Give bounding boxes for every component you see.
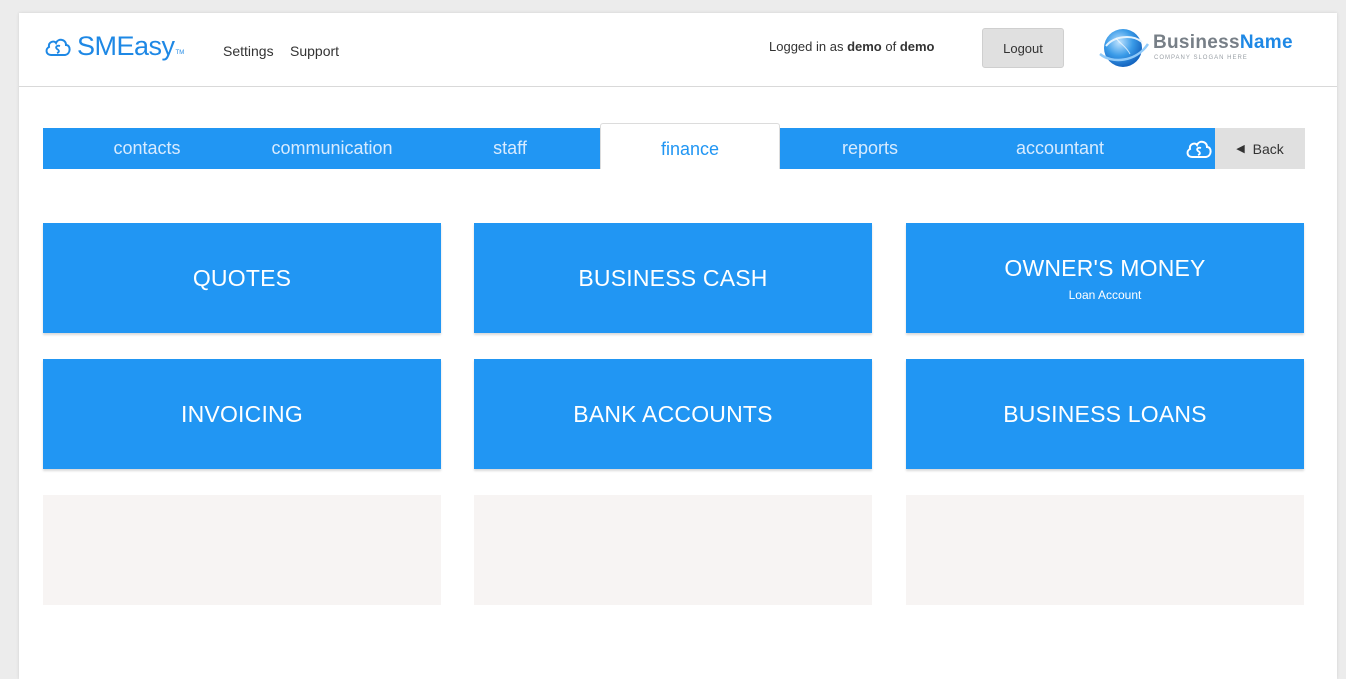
empty-tile — [474, 495, 872, 605]
tile-bank-accounts[interactable]: BANK ACCOUNTS — [474, 359, 872, 469]
login-mid: of — [881, 39, 900, 54]
tile-title: BUSINESS LOANS — [1003, 400, 1207, 427]
tile-owners-money[interactable]: OWNER'S MONEY Loan Account — [906, 223, 1304, 333]
business-globe-icon — [1099, 29, 1150, 67]
logo-text: SMEasy — [77, 31, 175, 61]
tab-contacts[interactable]: contacts — [43, 128, 251, 169]
tile-business-loans[interactable]: BUSINESS LOANS — [906, 359, 1304, 469]
tab-reports[interactable]: reports — [780, 128, 960, 169]
tile-subtitle: Loan Account — [1068, 287, 1142, 302]
brand-name-part2: Name — [1239, 32, 1293, 53]
tile-title: BANK ACCOUNTS — [573, 400, 773, 427]
tile-invoicing[interactable]: INVOICING — [43, 359, 441, 469]
nav-support[interactable]: Support — [290, 43, 339, 59]
nav-settings[interactable]: Settings — [223, 43, 274, 59]
tile-title: OWNER'S MONEY — [1004, 254, 1206, 281]
business-brand-logo: BusinessName COMPANY SLOGAN HERE — [1096, 22, 1306, 76]
tab-finance[interactable]: finance — [600, 123, 780, 169]
tile-title: QUOTES — [192, 264, 292, 291]
login-info: Logged in as demo of demo — [769, 39, 935, 54]
tab-staff[interactable]: staff — [443, 128, 577, 169]
login-prefix: Logged in as — [769, 39, 848, 54]
empty-tile — [43, 495, 441, 605]
tile-title: BUSINESS CASH — [578, 264, 768, 291]
tile-quotes[interactable]: QUOTES — [43, 223, 441, 333]
smeasy-logo[interactable]: SMEasy TM — [43, 31, 184, 62]
tab-accountant[interactable]: accountant — [960, 128, 1160, 169]
logo-trademark: TM — [175, 50, 185, 56]
back-arrow-icon: ◀ — [1236, 143, 1245, 155]
back-button[interactable]: ◀ Back — [1215, 128, 1305, 169]
login-user: demo — [847, 39, 882, 54]
smeasy-cloud-icon[interactable] — [1183, 133, 1215, 163]
empty-tile — [906, 495, 1304, 605]
top-bar: SMEasy TM Settings Support Logged in as … — [19, 13, 1337, 87]
login-company: demo — [899, 39, 935, 54]
module-tab-bar: contacts communication staff finance rep… — [43, 123, 1215, 169]
brand-name-part1: Business — [1153, 32, 1240, 53]
tile-title: INVOICING — [181, 400, 303, 427]
back-label: Back — [1252, 140, 1284, 157]
logout-button[interactable]: Logout — [982, 28, 1064, 68]
tab-communication[interactable]: communication — [243, 128, 421, 169]
smeasy-cloud-logo-icon — [45, 38, 71, 56]
tile-business-cash[interactable]: BUSINESS CASH — [474, 223, 872, 333]
brand-slogan: COMPANY SLOGAN HERE — [1154, 55, 1248, 61]
brand-name: BusinessName — [1153, 32, 1293, 54]
app-frame: SMEasy TM Settings Support Logged in as … — [19, 13, 1337, 679]
